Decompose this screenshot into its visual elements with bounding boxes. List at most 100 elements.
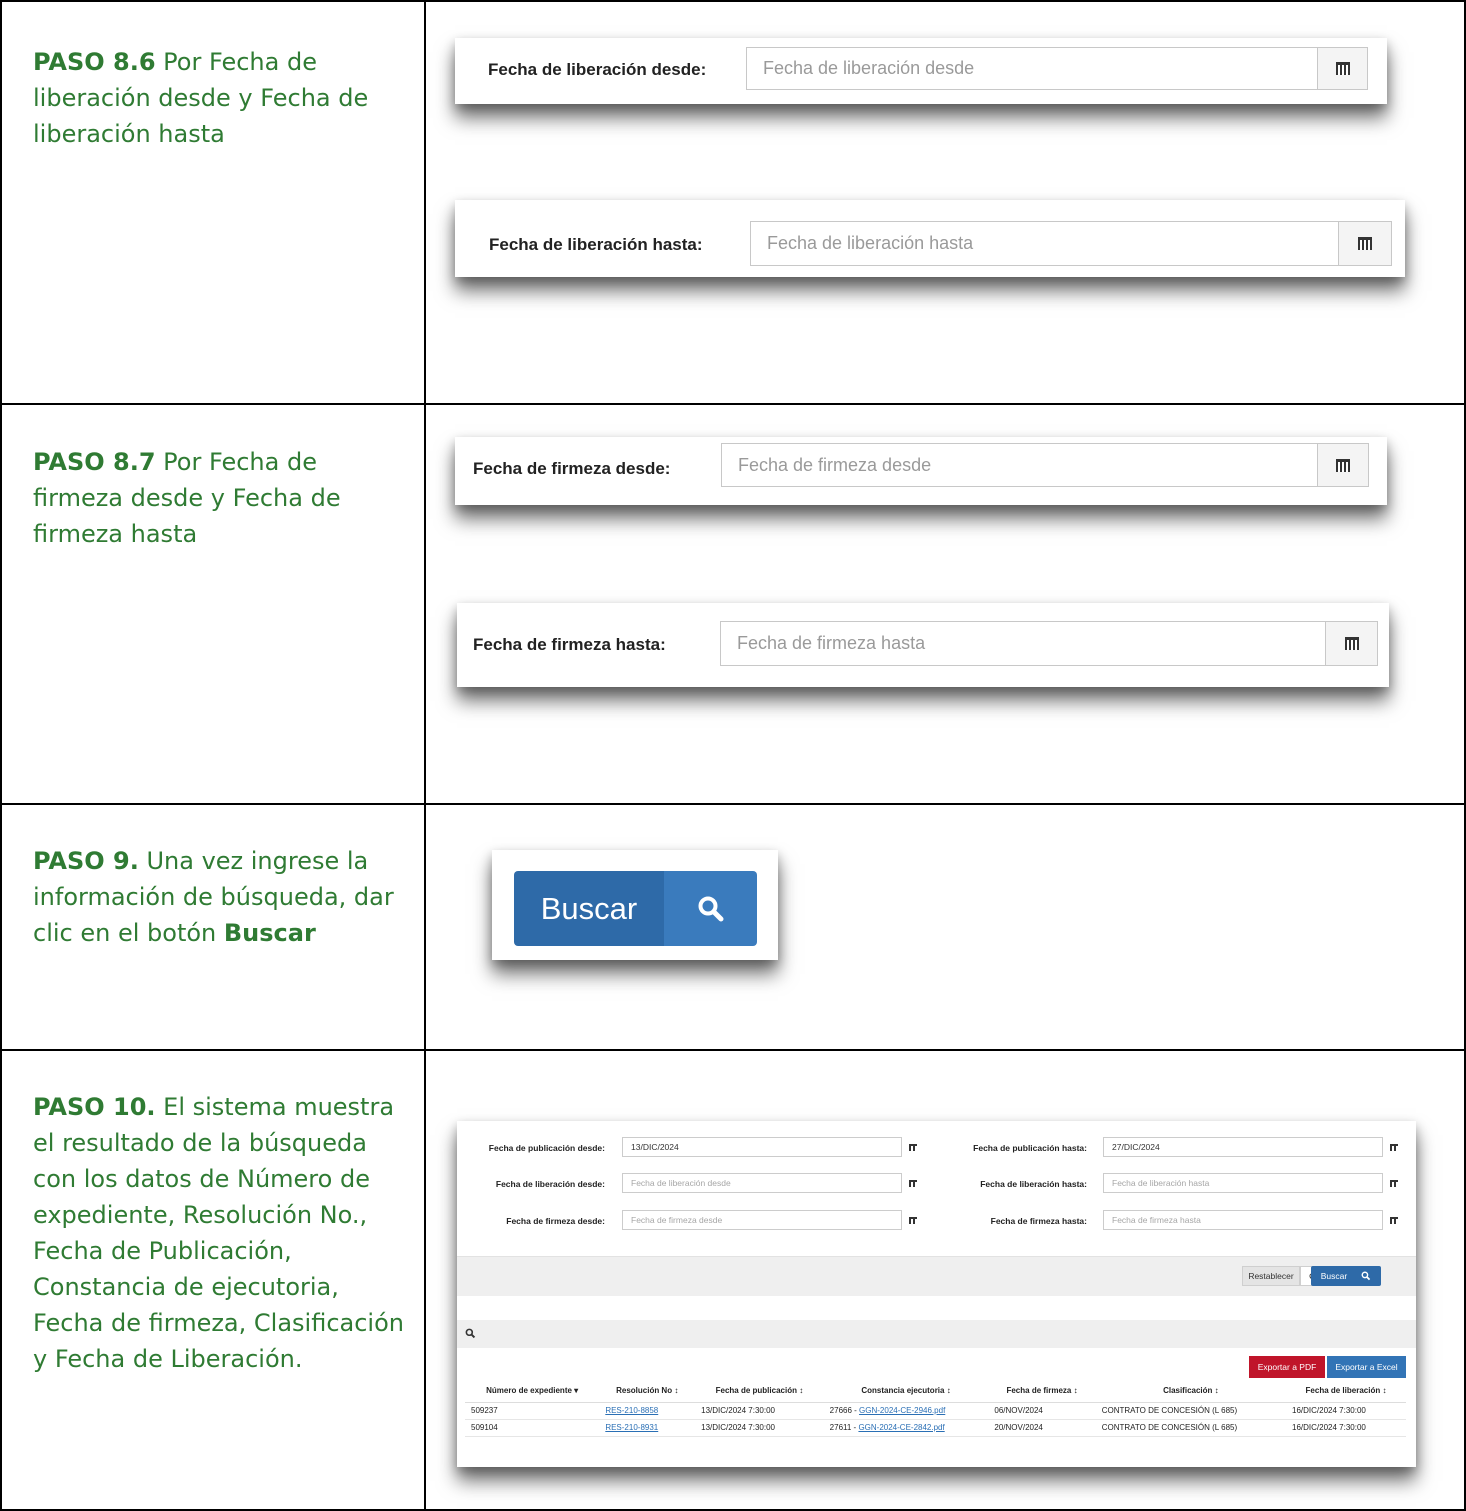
firmeza-desde-input[interactable]: Fecha de firmeza desde bbox=[721, 443, 1317, 487]
pub-hasta-input[interactable]: 27/DIC/2024 bbox=[1103, 1137, 1383, 1157]
pub-desde-label: Fecha de publicación desde: bbox=[488, 1143, 605, 1153]
clasificacion-cell: CONTRATO DE CONCESIÓN (L 685) bbox=[1095, 1402, 1287, 1420]
column-divider bbox=[424, 405, 426, 803]
calendar-button[interactable] bbox=[902, 1173, 924, 1193]
calendar-icon bbox=[909, 1179, 917, 1187]
constancia-link[interactable]: GGN-2024-CE-2842.pdf bbox=[858, 1423, 944, 1432]
calendar-button[interactable] bbox=[1383, 1210, 1405, 1230]
column-header[interactable]: Resolución No ↕ bbox=[599, 1380, 696, 1403]
fir-hasta-input[interactable]: Fecha de firmeza hasta bbox=[1103, 1210, 1383, 1230]
step-row-8-6: PASO 8.6 Por Fecha de liberación desde y… bbox=[0, 0, 1466, 403]
firmeza-cell: 06/NOV/2024 bbox=[988, 1402, 1096, 1420]
screenshot-liberacion-hasta: Fecha de liberación hasta: Fecha de libe… bbox=[455, 200, 1405, 277]
step-number: PASO 10. bbox=[33, 1093, 156, 1121]
step-text: PASO 9. Una vez ingrese la información d… bbox=[33, 843, 408, 951]
pub-desde-input[interactable]: 13/DIC/2024 bbox=[622, 1137, 902, 1157]
calendar-button[interactable] bbox=[902, 1210, 924, 1230]
calendar-button[interactable] bbox=[1338, 221, 1392, 266]
calendar-icon bbox=[1358, 237, 1372, 250]
search-icon bbox=[664, 871, 757, 946]
column-divider bbox=[424, 1051, 426, 1509]
calendar-icon bbox=[1344, 637, 1359, 650]
step-row-9: PASO 9. Una vez ingrese la información d… bbox=[0, 803, 1466, 1049]
fir-desde-label: Fecha de firmeza desde: bbox=[506, 1216, 605, 1226]
screenshot-firmeza-desde: Fecha de firmeza desde: Fecha de firmeza… bbox=[455, 437, 1387, 505]
buscar-label: Buscar bbox=[1320, 1271, 1348, 1281]
table-header-row: Número de expediente ▾ Resolución No ↕ F… bbox=[465, 1380, 1406, 1403]
liberacion-hasta-input[interactable]: Fecha de liberación hasta bbox=[750, 221, 1338, 266]
expediente-cell: 509104 bbox=[465, 1419, 600, 1437]
export-pdf-button[interactable]: Exportar a PDF bbox=[1249, 1356, 1325, 1378]
screenshot-firmeza-hasta: Fecha de firmeza hasta: Fecha de firmeza… bbox=[457, 603, 1389, 687]
column-header[interactable]: Fecha de firmeza ↕ bbox=[988, 1380, 1096, 1403]
calendar-button[interactable] bbox=[1325, 621, 1378, 666]
restablecer-button[interactable]: Restablecer bbox=[1242, 1266, 1300, 1286]
column-header[interactable]: Fecha de publicación ↕ bbox=[695, 1380, 824, 1403]
firmeza-hasta-input[interactable]: Fecha de firmeza hasta bbox=[720, 621, 1325, 666]
constancia-link[interactable]: GGN-2024-CE-2946.pdf bbox=[859, 1406, 945, 1415]
field-label: Fecha de firmeza desde: bbox=[473, 459, 671, 478]
column-divider bbox=[424, 805, 426, 1049]
liberacion-desde-input[interactable]: Fecha de liberación desde bbox=[746, 47, 1317, 90]
results-table: Número de expediente ▾ Resolución No ↕ F… bbox=[465, 1380, 1406, 1437]
pub-hasta-label: Fecha de publicación hasta: bbox=[973, 1143, 1087, 1153]
calendar-button[interactable] bbox=[1383, 1173, 1405, 1193]
screenshot-liberacion-desde: Fecha de liberación desde: Fecha de libe… bbox=[455, 38, 1387, 104]
field-label: Fecha de liberación desde: bbox=[488, 60, 707, 79]
publicacion-cell: 13/DIC/2024 7:30:00 bbox=[695, 1419, 824, 1437]
step-row-10: PASO 10. El sistema muestra el resultado… bbox=[0, 1049, 1466, 1511]
constancia-cell: 27611 - GGN-2024-CE-2842.pdf bbox=[823, 1419, 989, 1437]
calendar-icon bbox=[1336, 458, 1350, 472]
step-number: PASO 9. bbox=[33, 847, 139, 875]
calendar-icon bbox=[909, 1143, 917, 1151]
fir-hasta-label: Fecha de firmeza hasta: bbox=[990, 1216, 1087, 1226]
column-divider bbox=[424, 2, 426, 403]
resolucion-link[interactable]: RES-210-8931 bbox=[599, 1419, 696, 1437]
table-row: 509237 RES-210-8858 13/DIC/2024 7:30:00 … bbox=[465, 1402, 1406, 1420]
search-icon bbox=[1361, 1271, 1371, 1281]
field-label: Fecha de liberación hasta: bbox=[489, 235, 703, 254]
buscar-button[interactable]: Buscar bbox=[514, 871, 757, 946]
resolucion-link[interactable]: RES-210-8858 bbox=[599, 1402, 696, 1420]
export-excel-button[interactable]: Exportar a Excel bbox=[1327, 1356, 1406, 1378]
constancia-cell: 27666 - GGN-2024-CE-2946.pdf bbox=[823, 1402, 989, 1420]
field-label: Fecha de firmeza hasta: bbox=[473, 635, 666, 654]
calendar-button[interactable] bbox=[1317, 47, 1368, 90]
calendar-icon bbox=[1390, 1216, 1398, 1224]
lib-desde-input[interactable]: Fecha de liberación desde bbox=[622, 1173, 902, 1193]
step-text: PASO 8.7 Por Fecha de firmeza desde y Fe… bbox=[33, 444, 408, 552]
column-header[interactable]: Clasificación ↕ bbox=[1095, 1380, 1287, 1403]
step-description: El sistema muestra el resultado de la bú… bbox=[33, 1093, 404, 1373]
calendar-button[interactable] bbox=[902, 1137, 924, 1157]
column-header[interactable]: Fecha de liberación ↕ bbox=[1286, 1380, 1406, 1403]
step-row-8-7: PASO 8.7 Por Fecha de firmeza desde y Fe… bbox=[0, 403, 1466, 803]
publicacion-cell: 13/DIC/2024 7:30:00 bbox=[695, 1402, 824, 1420]
calendar-icon bbox=[1335, 62, 1350, 75]
table-row: 509104 RES-210-8931 13/DIC/2024 7:30:00 … bbox=[465, 1419, 1406, 1437]
column-header[interactable]: Constancia ejecutoria ↕ bbox=[823, 1380, 989, 1403]
expediente-cell: 509237 bbox=[465, 1402, 600, 1420]
calendar-icon bbox=[909, 1216, 917, 1224]
lib-hasta-input[interactable]: Fecha de liberación hasta bbox=[1103, 1173, 1383, 1193]
instruction-table: PASO 8.6 Por Fecha de liberación desde y… bbox=[0, 0, 1466, 1511]
buscar-button-small[interactable]: Buscar bbox=[1311, 1266, 1381, 1286]
step-number: PASO 8.6 bbox=[33, 48, 156, 76]
step-text: PASO 8.6 Por Fecha de liberación desde y… bbox=[33, 44, 408, 152]
step-number: PASO 8.7 bbox=[33, 448, 156, 476]
buscar-label: Buscar bbox=[514, 871, 664, 946]
lib-desde-label: Fecha de liberación desde: bbox=[495, 1179, 605, 1189]
calendar-button[interactable] bbox=[1317, 443, 1369, 487]
search-icon[interactable] bbox=[465, 1328, 476, 1339]
clasificacion-cell: CONTRATO DE CONCESIÓN (L 685) bbox=[1095, 1419, 1287, 1437]
step-text: PASO 10. El sistema muestra el resultado… bbox=[33, 1089, 408, 1377]
liberacion-cell: 16/DIC/2024 7:30:00 bbox=[1286, 1402, 1406, 1420]
fir-desde-input[interactable]: Fecha de firmeza desde bbox=[622, 1210, 902, 1230]
calendar-button[interactable] bbox=[1383, 1137, 1405, 1157]
screenshot-buscar-button: Buscar bbox=[492, 850, 778, 960]
lib-hasta-label: Fecha de liberación hasta: bbox=[980, 1179, 1087, 1189]
liberacion-cell: 16/DIC/2024 7:30:00 bbox=[1286, 1419, 1406, 1437]
step-highlight: Buscar bbox=[223, 919, 316, 947]
table-search-bar bbox=[457, 1320, 1416, 1348]
screenshot-search-results: Fecha de publicación desde: 13/DIC/2024 … bbox=[457, 1121, 1416, 1467]
column-header[interactable]: Número de expediente ▾ bbox=[465, 1380, 600, 1403]
